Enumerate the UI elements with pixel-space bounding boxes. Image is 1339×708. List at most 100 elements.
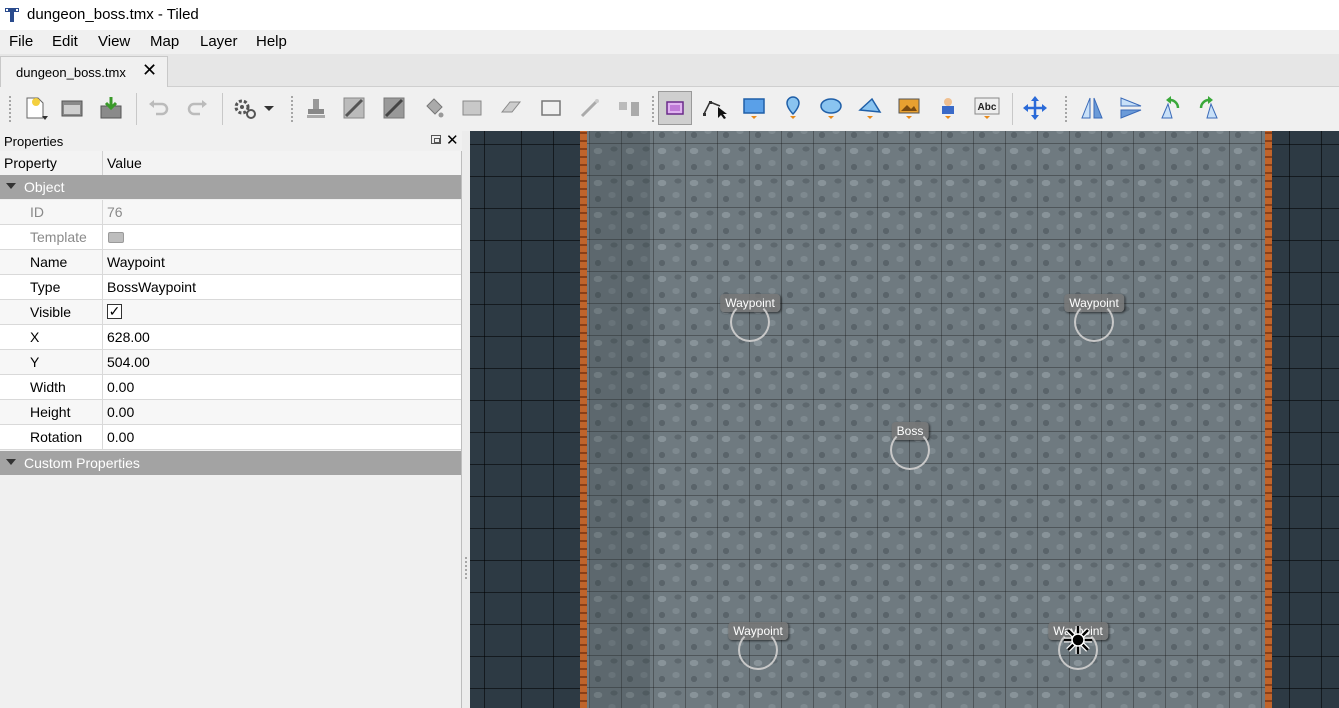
property-value[interactable]: 628.00 (107, 329, 150, 345)
property-row-id[interactable]: ID 76 (0, 200, 461, 225)
property-value: 76 (107, 204, 123, 220)
window-title: dungeon_boss.tmx - Tiled (27, 6, 199, 23)
command-icon[interactable] (228, 91, 262, 125)
property-row-visible[interactable]: Visible ✓ (0, 300, 461, 325)
toolbar-separator (1012, 93, 1013, 125)
property-row-name[interactable]: Name Waypoint (0, 250, 461, 275)
edit-polygons-icon[interactable] (697, 91, 731, 125)
property-key: Template (30, 229, 87, 245)
shape-fill-icon[interactable] (455, 91, 489, 125)
bucket-fill-icon[interactable] (416, 91, 450, 125)
toolbar-grip[interactable] (651, 95, 655, 123)
undo-icon[interactable] (142, 91, 176, 125)
insert-text-icon[interactable]: Abc (970, 91, 1004, 125)
property-grid-header: Property Value (0, 151, 461, 176)
property-key: Y (30, 354, 40, 370)
properties-panel: Properties ✕ Property Value Object ID 76… (0, 131, 462, 708)
select-objects-icon[interactable] (658, 91, 692, 125)
property-key: Width (30, 379, 66, 395)
object-marker[interactable] (730, 302, 770, 342)
property-row-template[interactable]: Template (0, 225, 461, 250)
property-row-type[interactable]: Type BossWaypoint (0, 275, 461, 300)
object-marker[interactable] (1074, 302, 1114, 342)
dungeon-floor-tiles (586, 131, 1266, 708)
row-divider (102, 375, 103, 400)
group-object[interactable]: Object (0, 175, 461, 199)
open-icon[interactable] (55, 91, 89, 125)
floor-shadow (590, 131, 650, 708)
visible-checkbox[interactable]: ✓ (107, 304, 122, 319)
tab-label: dungeon_boss.tmx (16, 65, 126, 80)
menu-layer[interactable]: Layer (200, 33, 238, 50)
toolbar-grip[interactable] (1064, 95, 1068, 123)
insert-template-icon[interactable] (931, 91, 965, 125)
property-value[interactable]: BossWaypoint (107, 279, 196, 295)
panel-splitter[interactable] (462, 131, 470, 708)
property-value[interactable]: 504.00 (107, 354, 150, 370)
redo-icon[interactable] (180, 91, 214, 125)
column-divider[interactable] (102, 151, 103, 175)
tab-dungeon-boss[interactable]: dungeon_boss.tmx ✕ (0, 56, 168, 87)
property-value[interactable]: 0.00 (107, 429, 134, 445)
toolbar-grip[interactable] (290, 95, 294, 123)
tab-close-icon[interactable]: ✕ (142, 61, 157, 79)
menu-file[interactable]: File (9, 33, 33, 50)
right-brick-wall (1265, 131, 1272, 708)
menu-edit[interactable]: Edit (52, 33, 78, 50)
map-canvas[interactable]: Waypoint Waypoint Boss Waypoint Waypoint (470, 131, 1339, 708)
close-panel-icon[interactable]: ✕ (446, 131, 459, 149)
object-marker[interactable] (890, 430, 930, 470)
property-key: Height (30, 404, 71, 420)
column-header-value[interactable]: Value (107, 155, 142, 171)
row-divider (102, 250, 103, 275)
eraser-icon[interactable] (494, 91, 528, 125)
property-value[interactable]: Waypoint (107, 254, 165, 270)
collapse-arrow-icon[interactable] (6, 459, 16, 465)
property-row-width[interactable]: Width 0.00 (0, 375, 461, 400)
save-icon[interactable] (94, 91, 128, 125)
menu-map[interactable]: Map (150, 33, 179, 50)
rotate-left-icon[interactable] (1153, 91, 1187, 125)
new-map-icon[interactable] (18, 91, 52, 125)
rotate-right-icon[interactable] (1192, 91, 1226, 125)
group-label: Object (24, 179, 65, 195)
move-icon[interactable] (1018, 91, 1052, 125)
toolbar-grip[interactable] (8, 95, 12, 123)
group-label: Custom Properties (24, 455, 140, 471)
splitter-grip[interactable] (464, 556, 468, 580)
insert-polygon-icon[interactable] (853, 91, 887, 125)
wang-brush-icon[interactable] (377, 91, 411, 125)
flip-vertical-icon[interactable] (1114, 91, 1148, 125)
flip-horizontal-icon[interactable] (1075, 91, 1109, 125)
column-header-property[interactable]: Property (4, 155, 57, 171)
stamp-brush-icon[interactable] (299, 91, 333, 125)
property-row-height[interactable]: Height 0.00 (0, 400, 461, 425)
menu-view[interactable]: View (98, 33, 130, 50)
property-grid: Property Value Object ID 76 Template Nam… (0, 151, 462, 708)
property-key: X (30, 329, 40, 345)
command-dropdown-icon[interactable] (258, 91, 280, 125)
property-value[interactable]: 0.00 (107, 379, 134, 395)
property-row-y[interactable]: Y 504.00 (0, 350, 461, 375)
property-key: Name (30, 254, 68, 270)
float-panel-icon[interactable] (431, 135, 441, 144)
property-row-x[interactable]: X 628.00 (0, 325, 461, 350)
property-row-rotation[interactable]: Rotation 0.00 (0, 425, 461, 450)
select-same-tile-icon[interactable] (612, 91, 646, 125)
rectangle-select-icon[interactable] (534, 91, 568, 125)
group-custom-properties[interactable]: Custom Properties (0, 451, 461, 475)
insert-rectangle-icon[interactable] (737, 91, 771, 125)
object-marker[interactable] (738, 630, 778, 670)
panel-title: Properties (4, 134, 64, 149)
insert-ellipse-icon[interactable] (814, 91, 848, 125)
magic-wand-icon[interactable] (573, 91, 607, 125)
move-cursor-icon (1064, 626, 1092, 654)
terrain-brush-icon[interactable] (337, 91, 371, 125)
insert-point-icon[interactable] (776, 91, 810, 125)
menu-help[interactable]: Help (256, 33, 287, 50)
insert-tile-icon[interactable] (892, 91, 926, 125)
property-value[interactable]: 0.00 (107, 404, 134, 420)
template-icon[interactable] (108, 232, 124, 243)
property-key: ID (30, 204, 44, 220)
collapse-arrow-icon[interactable] (6, 183, 16, 189)
